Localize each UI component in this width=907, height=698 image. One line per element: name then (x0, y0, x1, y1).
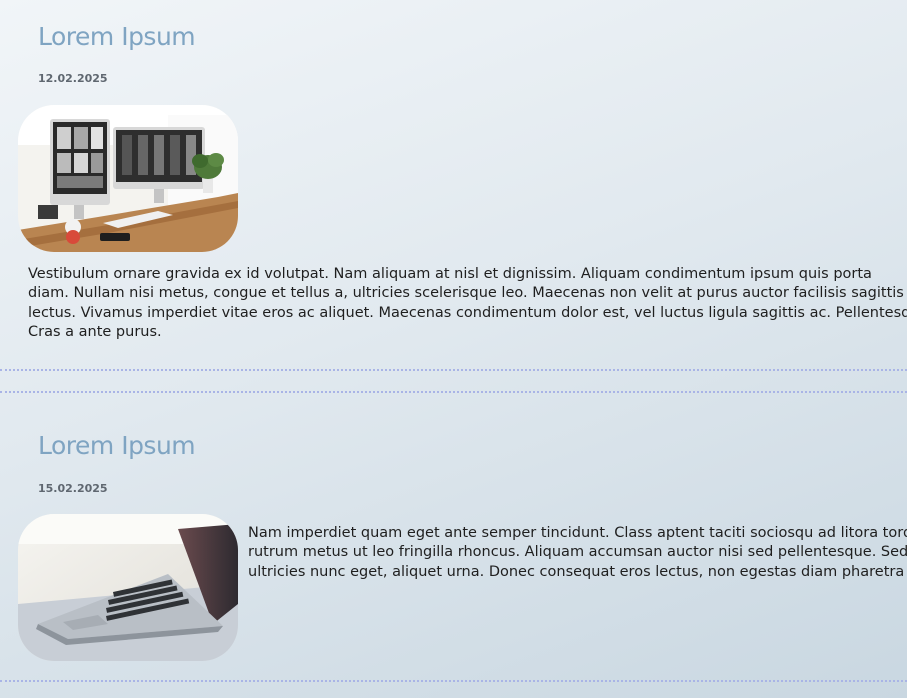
post-body-line: Vestibulum ornare gravida ex id volutpat… (28, 266, 872, 282)
post-body-line: lectus. Vivamus imperdiet vitae eros ac … (28, 304, 907, 321)
desktop-computers-photo-icon (18, 105, 238, 252)
post-title[interactable]: Lorem Ipsum (38, 431, 196, 460)
post-divider (0, 391, 907, 393)
post-image-desktop-computers[interactable] (18, 105, 238, 252)
post-body: Vestibulum ornare gravida ex id volutpat… (28, 265, 907, 342)
post-body-line: diam. Nullam nisi metus, congue et tellu… (28, 285, 904, 302)
post-image-laptop[interactable] (18, 514, 238, 661)
post-body: Nam imperdiet quam eget ante semper tinc… (248, 524, 907, 582)
post-body-line: rutrum metus ut leo fringilla rhoncus. A… (248, 544, 907, 561)
post-divider (0, 369, 907, 371)
post-title[interactable]: Lorem Ipsum (38, 22, 196, 51)
post-date: 15.02.2025 (38, 482, 108, 495)
post-date: 12.02.2025 (38, 72, 108, 85)
post-body-line: ultricies nunc eget, aliquet urna. Donec… (248, 563, 905, 580)
post-body-line: Nam imperdiet quam eget ante semper tinc… (248, 525, 907, 541)
post-divider (0, 680, 907, 682)
post-body-line: Cras a ante purus. (28, 323, 162, 340)
laptop-photo-icon (18, 514, 238, 661)
